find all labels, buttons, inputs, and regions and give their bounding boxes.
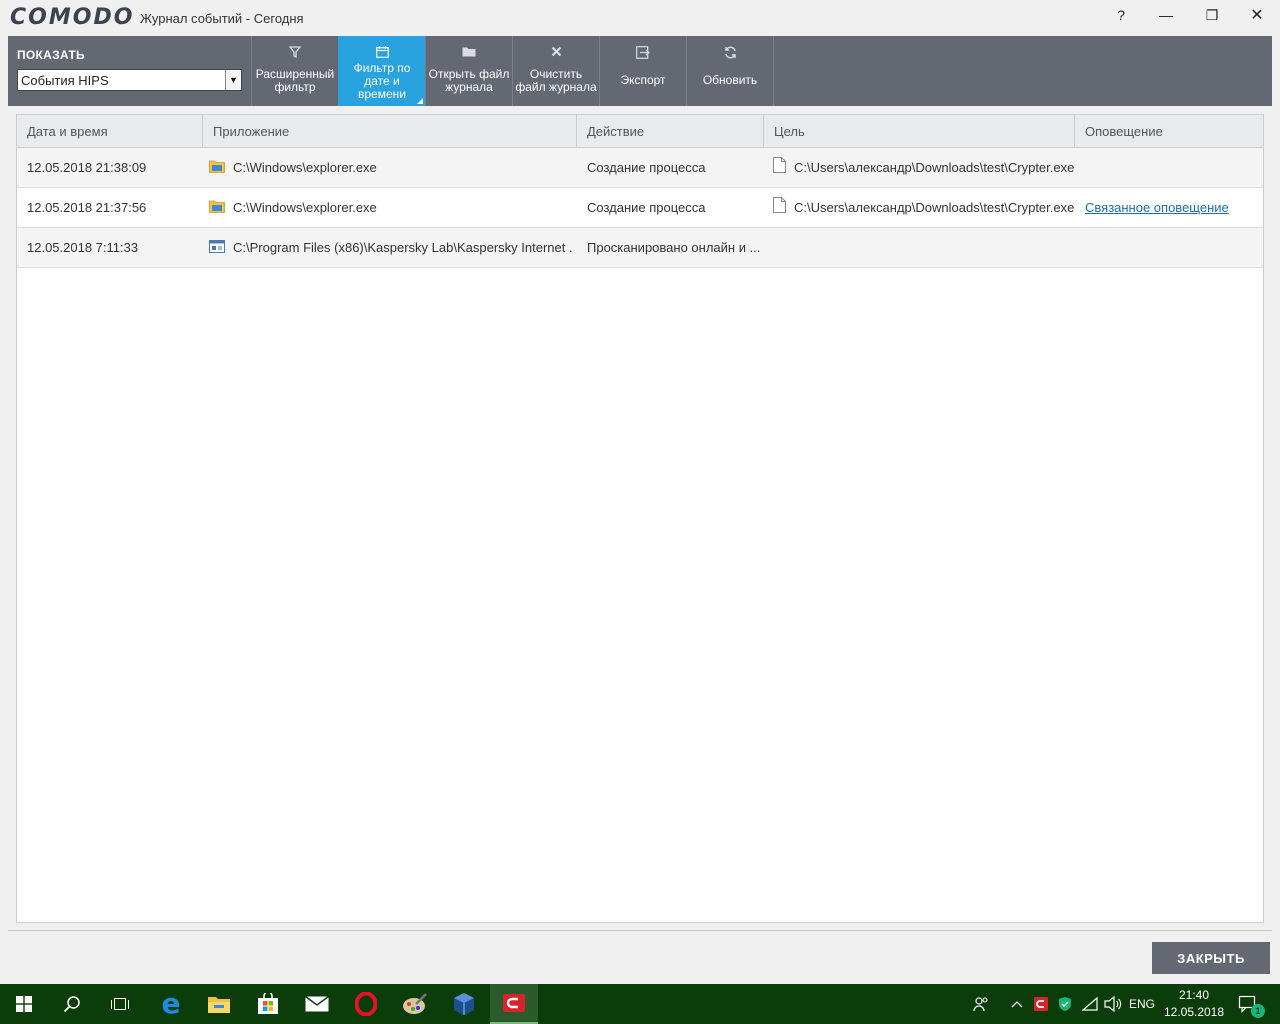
folder-icon — [426, 46, 512, 60]
datetime-cell: 12.05.2018 21:37:56 — [27, 200, 147, 215]
dropdown-corner-icon — [417, 98, 423, 104]
datetime-cell: 12.05.2018 21:38:09 — [27, 160, 147, 175]
close-window-button[interactable]: ✕ — [1234, 0, 1280, 30]
minimize-button[interactable]: — — [1143, 0, 1189, 30]
table-row[interactable]: 12.05.2018 7:11:33 C:\Program Files (x86… — [17, 228, 1263, 268]
event-type-value: События HIPS — [21, 73, 109, 88]
date-time-filter-button[interactable]: Фильтр по дате и времени — [338, 36, 425, 106]
column-header-action[interactable]: Действие — [577, 115, 764, 148]
column-header-datetime[interactable]: Дата и время — [17, 115, 203, 148]
clock[interactable]: 21:40 12.05.2018 — [1160, 987, 1228, 1021]
application-cell: C:\Program Files (x86)\Kaspersky Lab\Kas… — [209, 228, 573, 268]
target-path: C:\Users\александр\Downloads\test\Crypte… — [794, 160, 1075, 175]
filter-icon — [252, 46, 338, 60]
application-path: C:\Windows\explorer.exe — [233, 200, 377, 215]
toolbar: ПОКАЗАТЬ События HIPS ▼ Расширенный филь… — [8, 36, 1272, 106]
people-icon[interactable] — [970, 984, 992, 1024]
open-log-file-button[interactable]: Открыть файл журнала — [425, 36, 512, 106]
date-time-filter-label: Фильтр по дате и времени — [353, 61, 411, 101]
chevron-down-icon[interactable]: ▼ — [225, 70, 241, 90]
application-path: C:\Windows\explorer.exe — [233, 160, 377, 175]
application-path: C:\Program Files (x86)\Kaspersky Lab\Kas… — [233, 240, 573, 255]
target-cell: C:\Users\александр\Downloads\test\Crypte… — [773, 188, 1075, 228]
toolbar-divider — [773, 36, 774, 106]
file-icon — [773, 149, 786, 188]
explorer-icon — [209, 149, 225, 188]
comodo-icon[interactable] — [490, 984, 538, 1024]
search-icon[interactable] — [48, 984, 96, 1024]
notification-count: 1 — [1251, 1004, 1265, 1018]
action-cell: Просканировано онлайн и ... — [587, 240, 761, 255]
export-icon — [600, 46, 686, 60]
content-panel: Дата и время Приложение Действие Цель Оп… — [8, 106, 1272, 931]
volume-icon[interactable] — [1103, 984, 1123, 1024]
refresh-button[interactable]: Обновить — [686, 36, 773, 106]
clock-time: 21:40 — [1178, 988, 1210, 1002]
export-label: Экспорт — [620, 73, 666, 87]
opera-icon[interactable] — [342, 984, 390, 1024]
table-row[interactable]: 12.05.2018 21:37:56 C:\Windows\explorer.… — [17, 188, 1263, 228]
event-type-select[interactable]: События HIPS ▼ — [17, 69, 242, 91]
table-header: Дата и время Приложение Действие Цель Оп… — [17, 115, 1263, 148]
store-icon[interactable] — [244, 984, 292, 1024]
target-cell: C:\Users\александр\Downloads\test\Crypte… — [773, 148, 1075, 188]
calendar-icon — [339, 46, 425, 60]
column-header-target[interactable]: Цель — [764, 115, 1075, 148]
restore-button[interactable]: ❐ — [1189, 0, 1235, 30]
advanced-filter-button[interactable]: Расширенный фильтр — [251, 36, 338, 106]
clear-icon — [513, 46, 599, 60]
alert-cell: Связанное оповещение — [1085, 188, 1261, 228]
file-explorer-icon[interactable] — [195, 984, 243, 1024]
paint-icon[interactable] — [391, 984, 439, 1024]
explorer-icon — [209, 189, 225, 228]
refresh-icon — [687, 46, 773, 60]
virtualbox-icon[interactable] — [440, 984, 488, 1024]
app-window-icon — [209, 229, 225, 268]
chevron-up-icon[interactable] — [1007, 984, 1027, 1024]
file-icon — [773, 189, 786, 228]
datetime-cell: 12.05.2018 7:11:33 — [27, 240, 139, 255]
clear-log-file-label: Очистить файл журнала — [515, 67, 597, 94]
task-view-icon[interactable] — [96, 984, 144, 1024]
clock-date: 12.05.2018 — [1163, 1005, 1225, 1019]
shield-icon[interactable] — [1056, 984, 1074, 1024]
alert-cell — [1085, 228, 1261, 268]
language-indicator[interactable]: ENG — [1126, 984, 1158, 1024]
events-table: Дата и время Приложение Действие Цель Оп… — [16, 114, 1264, 923]
title-bar: COMODO Журнал событий - Сегодня ? — ❐ ✕ — [0, 0, 1280, 36]
alert-cell — [1085, 148, 1261, 188]
application-cell: C:\Windows\explorer.exe — [209, 188, 573, 228]
advanced-filter-label: Расширенный фильтр — [255, 67, 335, 94]
taskbar: e ENG 21:40 12.05.2018 1 — [0, 984, 1280, 1024]
target-cell — [773, 228, 1075, 268]
network-icon[interactable] — [1080, 984, 1100, 1024]
table-row[interactable]: 12.05.2018 21:38:09 C:\Windows\explorer.… — [17, 148, 1263, 188]
target-path: C:\Users\александр\Downloads\test\Crypte… — [794, 200, 1075, 215]
window-title: Журнал событий - Сегодня — [140, 11, 304, 26]
open-log-file-label: Открыть файл журнала — [428, 67, 510, 94]
notifications-icon[interactable]: 1 — [1234, 984, 1265, 1024]
close-button[interactable]: ЗАКРЫТЬ — [1152, 942, 1270, 974]
show-label: ПОКАЗАТЬ — [17, 48, 85, 62]
comodo-logo: COMODO — [10, 5, 135, 30]
windows-start-icon[interactable] — [0, 984, 48, 1024]
action-cell: Создание процесса — [587, 200, 706, 215]
related-alert-link[interactable]: Связанное оповещение — [1085, 200, 1229, 215]
edge-icon[interactable]: e — [147, 984, 195, 1024]
export-button[interactable]: Экспорт — [599, 36, 686, 106]
clear-log-file-button[interactable]: Очистить файл журнала — [512, 36, 599, 106]
column-header-alert[interactable]: Оповещение — [1075, 115, 1263, 148]
mail-icon[interactable] — [293, 984, 341, 1024]
application-cell: C:\Windows\explorer.exe — [209, 148, 573, 188]
action-cell: Создание процесса — [587, 160, 706, 175]
help-button[interactable]: ? — [1098, 0, 1144, 30]
column-header-application[interactable]: Приложение — [203, 115, 577, 148]
comodo-tray-icon[interactable] — [1032, 984, 1050, 1024]
refresh-label: Обновить — [702, 73, 758, 87]
